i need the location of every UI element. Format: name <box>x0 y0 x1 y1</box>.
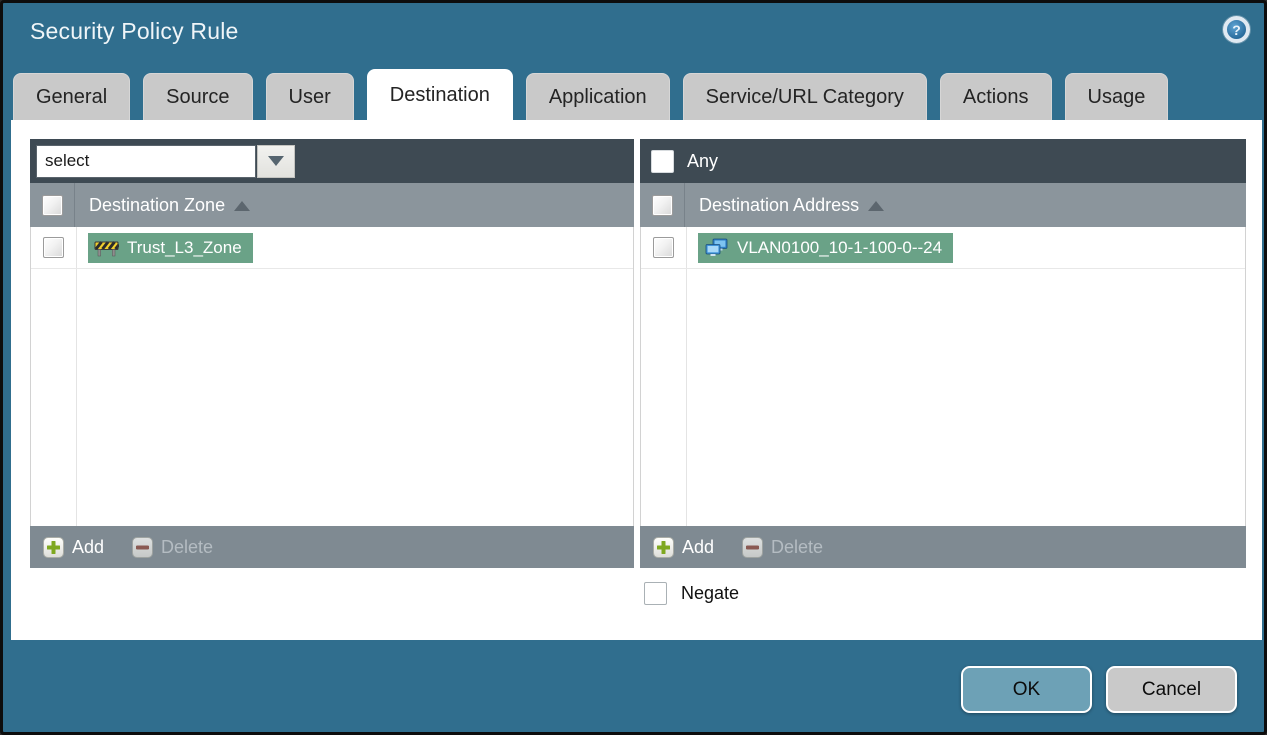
zone-icon <box>94 240 119 256</box>
address-any-toolbar: Any <box>640 139 1246 183</box>
zone-select-all-checkbox[interactable] <box>41 194 63 216</box>
cancel-button[interactable]: Cancel <box>1106 666 1237 713</box>
sort-ascending-icon[interactable] <box>234 200 251 211</box>
chevron-down-icon <box>268 156 284 166</box>
zone-panel-footer: Add Delete <box>30 526 634 568</box>
tab-application[interactable]: Application <box>525 73 670 120</box>
zone-delete-label: Delete <box>161 536 214 557</box>
destination-tab-content: Destination Zone <box>11 120 1262 640</box>
any-checkbox[interactable] <box>651 149 674 173</box>
dialog-title: Security Policy Rule <box>30 18 239 44</box>
negate-label: Negate <box>681 583 740 603</box>
dialog-actions: OK Cancel <box>961 666 1237 713</box>
zone-row-label: Trust_L3_Zone <box>127 237 242 257</box>
ok-button[interactable]: OK <box>961 666 1092 713</box>
zone-add-label: Add <box>72 536 105 557</box>
address-add-label: Add <box>682 536 715 557</box>
tab-destination[interactable]: Destination <box>366 69 513 121</box>
zone-row[interactable]: Trust_L3_Zone <box>31 227 633 269</box>
tab-source[interactable]: Source <box>143 73 253 120</box>
zone-row-checkbox[interactable] <box>43 237 64 258</box>
address-grid-body: VLAN0100_10-1-100-0--24 <box>640 227 1246 526</box>
any-label: Any <box>687 150 719 171</box>
delete-icon <box>132 536 154 558</box>
negate-checkbox[interactable] <box>644 582 667 605</box>
tab-service-url-category[interactable]: Service/URL Category <box>682 73 927 120</box>
destination-zone-panel: Destination Zone <box>30 139 634 568</box>
zone-column-header: Destination Zone <box>30 183 634 227</box>
address-icon <box>705 238 728 256</box>
add-icon <box>653 536 674 558</box>
zone-add-button[interactable]: Add <box>43 536 105 558</box>
zone-grid-body: Trust_L3_Zone <box>30 227 634 526</box>
tab-bar: General Source User Destination Applicat… <box>13 68 1254 121</box>
help-icon[interactable]: ? <box>1223 16 1250 43</box>
tab-actions[interactable]: Actions <box>939 73 1052 120</box>
sort-ascending-icon[interactable] <box>868 200 885 211</box>
address-column-header: Destination Address <box>640 183 1246 227</box>
add-icon <box>43 536 64 558</box>
destination-address-panel: Any Destination Address VLAN0100_10-1-10… <box>640 139 1246 568</box>
address-row[interactable]: VLAN0100_10-1-100-0--24 <box>641 227 1245 269</box>
address-select-all-checkbox[interactable] <box>651 194 673 216</box>
column-separator <box>76 227 77 526</box>
delete-icon <box>742 536 764 558</box>
zone-filter-toolbar <box>30 139 634 183</box>
zone-column-title[interactable]: Destination Zone <box>89 195 225 216</box>
zone-chip[interactable]: Trust_L3_Zone <box>88 232 253 263</box>
zone-select-dropdown-button[interactable] <box>257 144 295 178</box>
tab-user[interactable]: User <box>265 73 354 120</box>
zone-select-input[interactable] <box>36 144 256 178</box>
address-add-button[interactable]: Add <box>653 536 715 558</box>
tab-usage[interactable]: Usage <box>1064 73 1169 120</box>
address-delete-button[interactable]: Delete <box>742 536 824 558</box>
zone-delete-button[interactable]: Delete <box>132 536 214 558</box>
tab-general[interactable]: General <box>13 73 131 120</box>
address-delete-label: Delete <box>771 536 824 557</box>
negate-option: Negate <box>644 582 739 605</box>
column-separator <box>686 227 687 526</box>
address-column-title[interactable]: Destination Address <box>699 195 859 216</box>
security-policy-rule-dialog: Security Policy Rule ? General Source Us… <box>0 0 1267 735</box>
address-row-checkbox[interactable] <box>653 237 674 258</box>
address-row-label: VLAN0100_10-1-100-0--24 <box>737 237 943 257</box>
address-panel-footer: Add Delete <box>640 526 1246 568</box>
address-chip[interactable]: VLAN0100_10-1-100-0--24 <box>698 232 954 263</box>
